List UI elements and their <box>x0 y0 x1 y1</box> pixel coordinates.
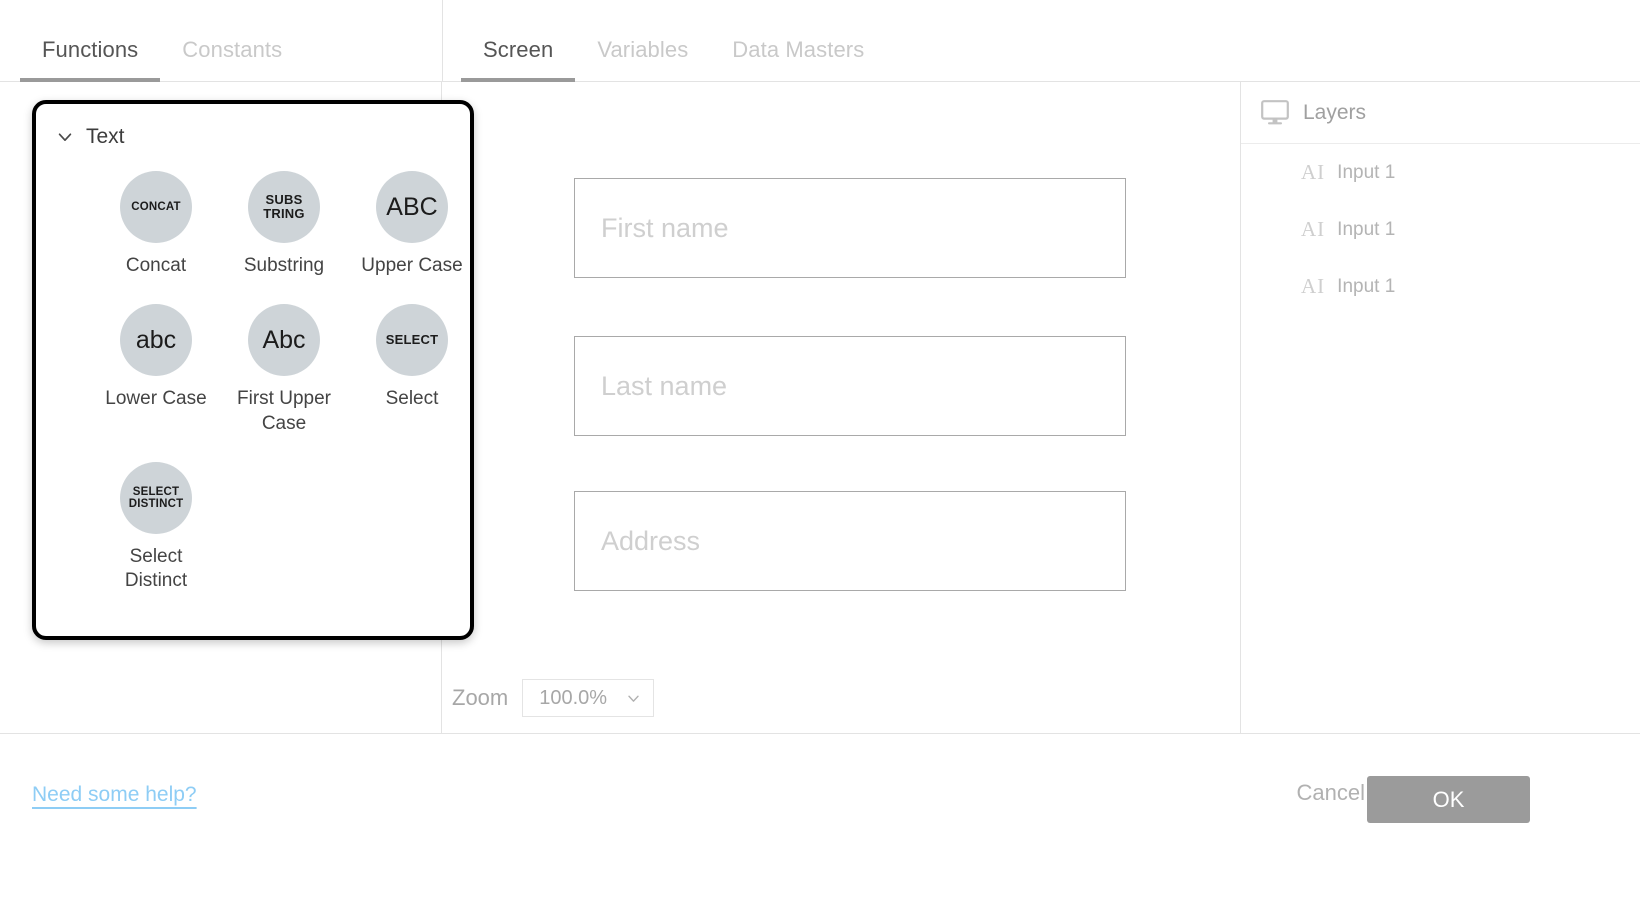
text-group-label: Text <box>86 125 125 148</box>
function-item-concat[interactable]: CONCAT Concat <box>92 171 220 278</box>
function-item-select-distinct[interactable]: SELECT DISTINCT Select Distinct <box>92 461 220 594</box>
function-item-substring[interactable]: SUBS TRING Substring <box>220 171 348 278</box>
select-icon: SELECT <box>376 304 448 377</box>
select-distinct-icon: SELECT DISTINCT <box>120 461 192 534</box>
zoom-value: 100.0% <box>539 686 608 709</box>
function-label: Select Distinct <box>124 545 188 592</box>
concat-icon: CONCAT <box>120 171 192 243</box>
text-input-icon: AI <box>1301 217 1326 241</box>
text-input-icon: AI <box>1301 160 1326 184</box>
layers-title: Layers <box>1303 100 1367 124</box>
address-input[interactable]: Address <box>574 491 1126 591</box>
tab-constants[interactable]: Constants <box>160 37 304 81</box>
function-picker-dialog: Functions Constants Screen Variables Dat… <box>0 0 1640 900</box>
text-group-header[interactable]: Text <box>36 104 470 149</box>
dialog-footer: Need some help? Cancel OK <box>0 735 1640 900</box>
need-help-link[interactable]: Need some help? <box>32 783 197 807</box>
layer-name: Input 1 <box>1337 275 1396 297</box>
first-upper-case-icon: Abc <box>248 304 320 377</box>
function-label: Concat <box>125 255 187 276</box>
layer-item[interactable]: AI Input 1 <box>1241 144 1640 201</box>
layers-pane: Layers AI Input 1 AI Input 1 AI Input 1 <box>1240 82 1640 734</box>
monitor-icon <box>1261 99 1289 124</box>
last-name-input[interactable]: Last name <box>574 336 1126 436</box>
layer-name: Input 1 <box>1337 218 1396 240</box>
layer-item[interactable]: AI Input 1 <box>1241 258 1640 315</box>
substring-icon: SUBS TRING <box>248 171 320 243</box>
tab-screen[interactable]: Screen <box>461 37 576 82</box>
left-tab-list: Functions Constants <box>0 0 304 82</box>
chevron-down-icon <box>628 695 639 702</box>
layer-item[interactable]: AI Input 1 <box>1241 201 1640 258</box>
first-name-input[interactable]: First name <box>574 178 1126 278</box>
zoom-select[interactable]: 100.0% <box>522 679 655 717</box>
function-label: Select <box>385 388 439 410</box>
screen-canvas: First name Last name Address Zoom 100.0% <box>442 82 1240 734</box>
center-tabbar: Screen Variables Data Masters <box>442 0 1640 82</box>
function-label: Lower Case <box>105 388 207 410</box>
left-tabbar: Functions Constants <box>0 0 442 82</box>
function-item-lower-case[interactable]: abc Lower Case <box>92 304 220 436</box>
tab-data-masters[interactable]: Data Masters <box>710 37 886 81</box>
zoom-control: Zoom 100.0% <box>452 679 655 717</box>
function-item-upper-case[interactable]: ABC Upper Case <box>348 171 470 278</box>
ok-button[interactable]: OK <box>1367 776 1530 823</box>
function-item-select[interactable]: SELECT Select <box>348 304 470 436</box>
chevron-down-icon <box>58 133 72 142</box>
text-functions-popup: Text CONCAT Concat SUBS TRING Substring … <box>32 100 474 640</box>
function-grid: CONCAT Concat SUBS TRING Substring ABC U… <box>36 149 470 594</box>
layers-header: Layers <box>1241 82 1640 144</box>
function-label: Upper Case <box>361 255 463 276</box>
zoom-label: Zoom <box>452 685 509 710</box>
layer-name: Input 1 <box>1337 161 1396 183</box>
cancel-button[interactable]: Cancel <box>1297 780 1365 806</box>
function-item-first-upper-case[interactable]: Abc First Upper Case <box>220 304 348 436</box>
lower-case-icon: abc <box>120 304 192 377</box>
tab-functions[interactable]: Functions <box>20 37 161 82</box>
upper-case-icon: ABC <box>376 171 448 243</box>
function-label: Substring <box>243 255 325 276</box>
center-tab-list: Screen Variables Data Masters <box>443 0 886 82</box>
tab-variables[interactable]: Variables <box>575 37 710 81</box>
text-input-icon: AI <box>1301 274 1326 298</box>
function-label: First Upper Case <box>237 388 331 434</box>
